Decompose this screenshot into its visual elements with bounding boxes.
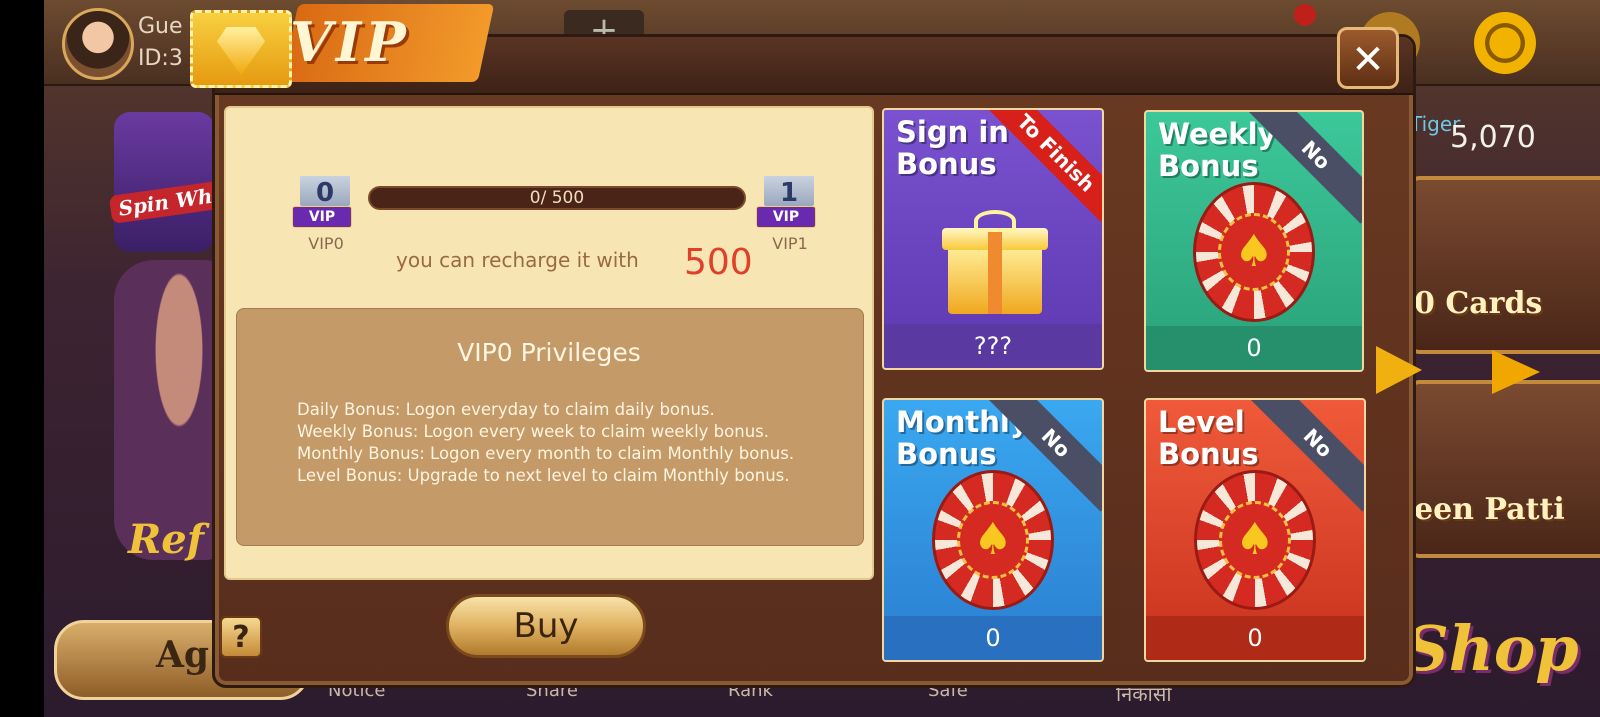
settings-gear-icon[interactable] bbox=[1474, 12, 1536, 74]
recharge-hint: you can recharge it with bbox=[396, 248, 639, 272]
refer-label: Ref bbox=[128, 516, 204, 563]
next-vip-label: VIP1 bbox=[772, 234, 808, 253]
privilege-line: Weekly Bonus: Logon every week to claim … bbox=[297, 422, 770, 441]
vip-level-number: 1 bbox=[779, 178, 799, 208]
current-vip-label: VIP0 bbox=[308, 234, 344, 253]
level-bonus-card[interactable]: Level Bonus No ♠ 0 bbox=[1144, 398, 1366, 662]
bonus-card-title: Level Bonus bbox=[1158, 405, 1259, 471]
vip1-badge-icon: 1 VIP bbox=[756, 176, 818, 230]
modal-title: VIP bbox=[290, 10, 410, 74]
privileges-title: VIP0 Privileges bbox=[457, 338, 641, 367]
vip-badge-ribbon: VIP bbox=[756, 206, 816, 228]
user-name: Gue bbox=[138, 14, 183, 39]
ten-cards-label: 0 Cards bbox=[1414, 286, 1543, 321]
vip-badge-ribbon: VIP bbox=[292, 206, 352, 228]
poker-chip-icon: ♠ bbox=[1194, 470, 1316, 610]
user-id: ID:3 bbox=[138, 46, 183, 71]
sign-in-bonus-card[interactable]: Sign in Bonus To Finish ??? bbox=[882, 108, 1104, 370]
user-avatar[interactable] bbox=[62, 8, 134, 80]
gift-icon bbox=[942, 210, 1048, 314]
teen-patti-game-tile[interactable] bbox=[1406, 380, 1600, 558]
diamond-icon-frame bbox=[190, 10, 292, 88]
vip-title-badge: VIP bbox=[190, 4, 495, 88]
bonus-value: 0 bbox=[1146, 616, 1364, 660]
lobby-next-arrow-icon[interactable] bbox=[1492, 350, 1540, 394]
next-arrow-icon[interactable] bbox=[1376, 346, 1422, 394]
vip-level-number: 0 bbox=[315, 178, 335, 208]
diamond-icon bbox=[217, 27, 265, 75]
spin-wheel-tile[interactable] bbox=[114, 112, 214, 252]
poker-chip-icon: ♠ bbox=[932, 470, 1054, 610]
coin-balance: 5,070 bbox=[1450, 120, 1536, 155]
monthly-bonus-card[interactable]: Monthly Bonus No ♠ 0 bbox=[882, 398, 1104, 662]
privilege-line: Daily Bonus: Logon everyday to claim dai… bbox=[297, 400, 715, 419]
agent-label: Ag bbox=[156, 634, 210, 676]
recharge-amount: 500 bbox=[684, 242, 753, 283]
vip-progress-text: 0/ 500 bbox=[529, 188, 585, 208]
ten-cards-game-tile[interactable] bbox=[1406, 176, 1600, 354]
buy-button[interactable]: Buy bbox=[446, 594, 646, 658]
weekly-bonus-card[interactable]: Weekly Bonus No ♠ 0 bbox=[1144, 110, 1364, 372]
vip0-badge-icon: 0 VIP bbox=[292, 176, 354, 230]
teen-patti-label: een Patti bbox=[1414, 492, 1565, 527]
bonus-value: 0 bbox=[1146, 326, 1362, 370]
close-button[interactable]: ✕ bbox=[1337, 27, 1399, 89]
bonus-card-title: Sign in Bonus bbox=[896, 115, 1009, 181]
bonus-card-title: Weekly Bonus bbox=[1158, 117, 1277, 183]
notification-dot bbox=[1294, 4, 1316, 26]
bonus-value: ??? bbox=[884, 324, 1102, 368]
help-button[interactable]: ? bbox=[220, 616, 262, 658]
bonus-value: 0 bbox=[884, 616, 1102, 660]
privilege-line: Monthly Bonus: Logon every month to clai… bbox=[297, 444, 795, 463]
privilege-line: Level Bonus: Upgrade to next level to cl… bbox=[297, 466, 790, 485]
poker-chip-icon: ♠ bbox=[1193, 182, 1315, 322]
shop-label[interactable]: Shop bbox=[1404, 612, 1579, 685]
